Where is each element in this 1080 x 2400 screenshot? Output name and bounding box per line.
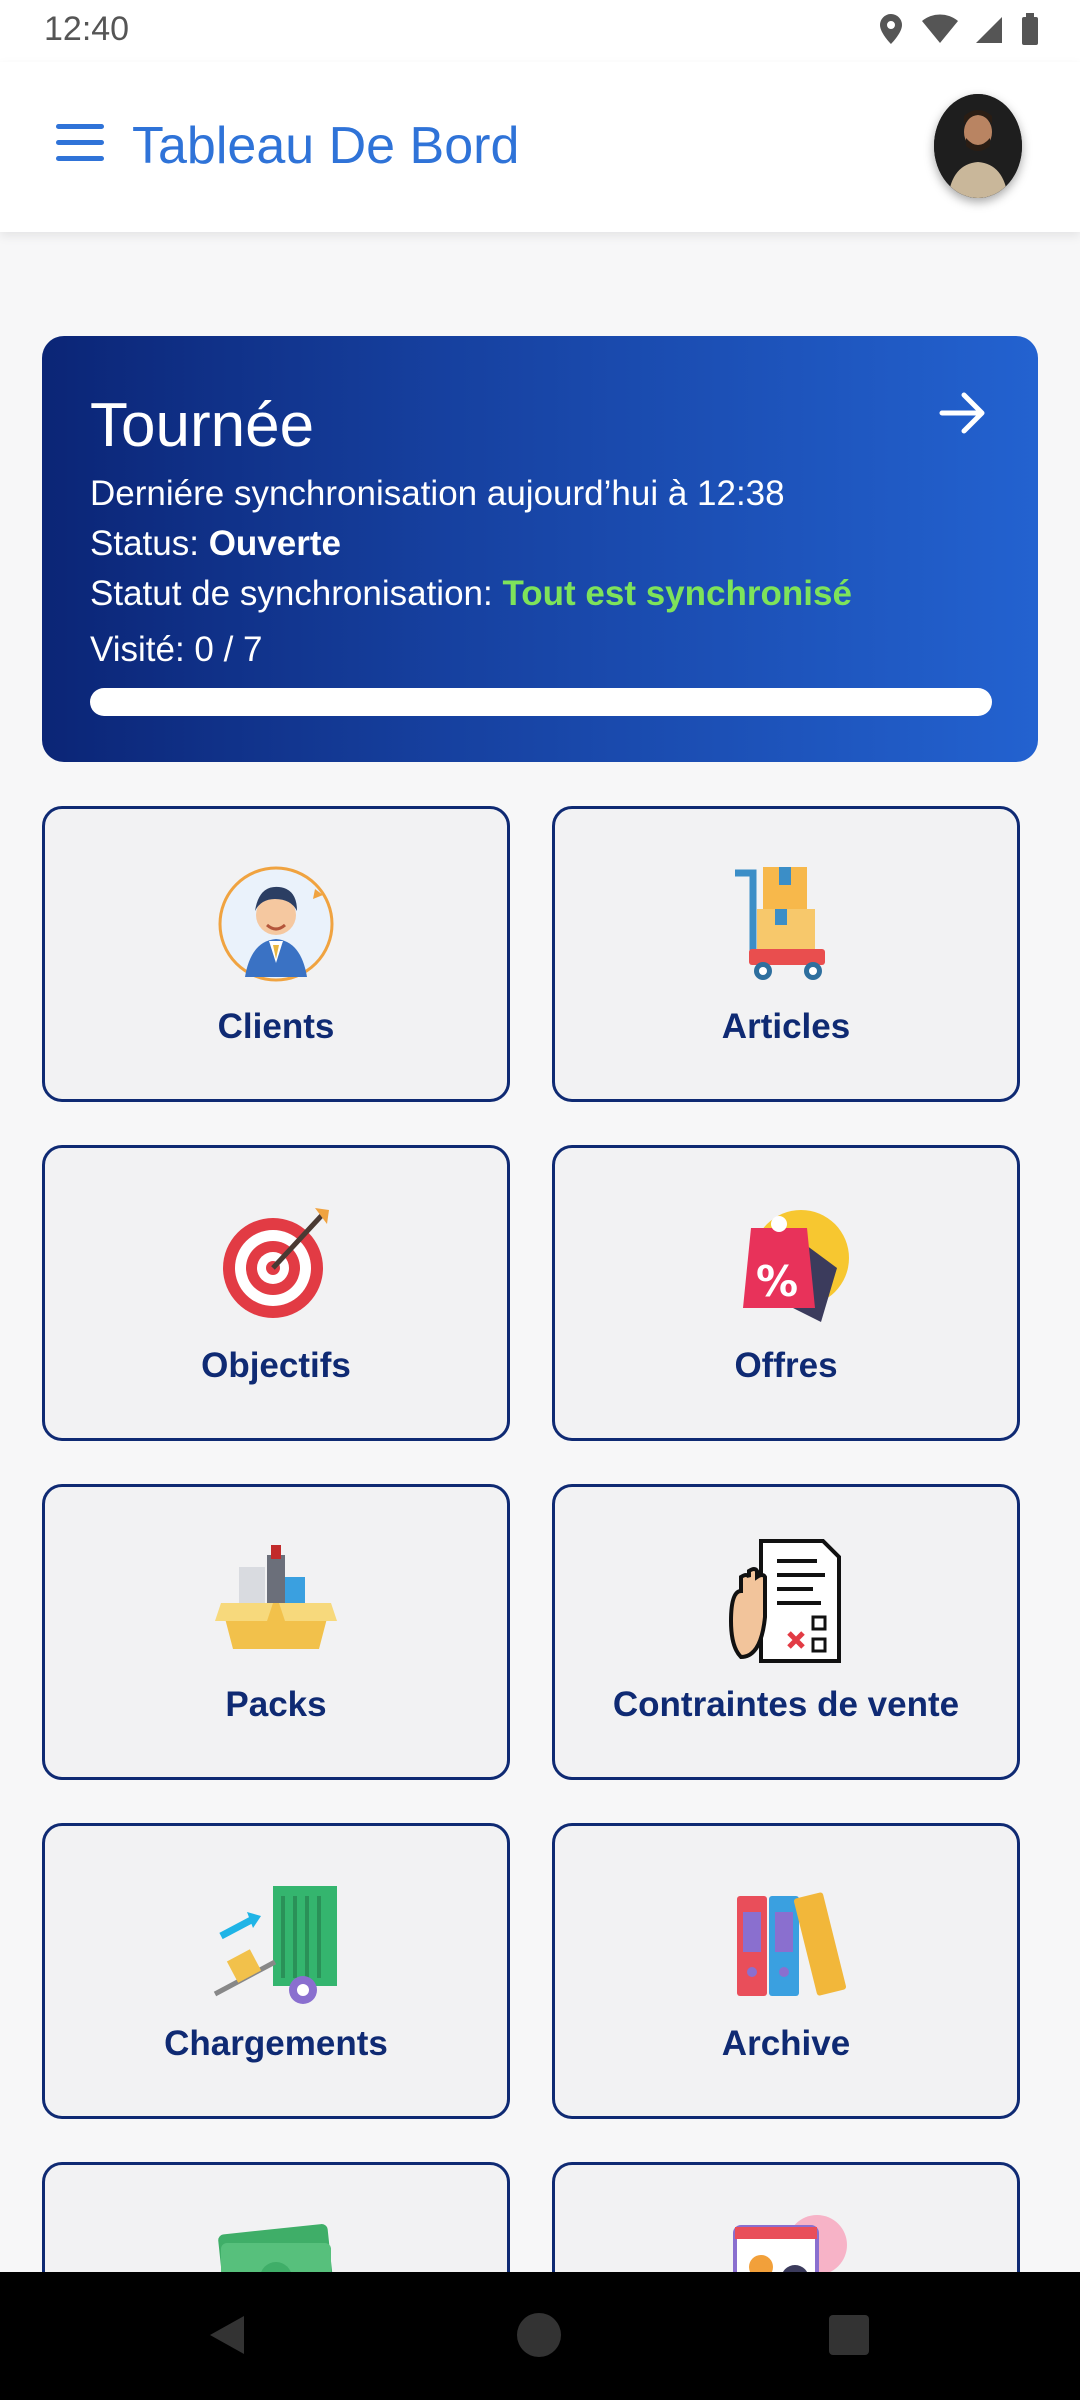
tile-packs[interactable]: Packs [42,1484,510,1780]
tile-label-contraintes: Contraintes de vente [612,1685,960,1724]
tile-archive[interactable]: Archive [552,1823,1020,2119]
arrow-right-icon[interactable] [936,386,990,440]
sync-status-value: Tout est synchronisé [502,574,852,613]
page-title: Tableau De Bord [132,117,520,175]
tile-label-offres: Offres [734,1346,838,1385]
tile-label-chargements: Chargements [164,2024,388,2063]
tile-label-articles: Articles [721,1007,851,1046]
box-bottles-icon [215,1545,337,1649]
status-value: Ouverte [208,524,341,563]
avatar[interactable] [934,94,1022,198]
tile-label-clients: Clients [217,1007,335,1046]
status-icons [876,12,1040,46]
tile-clients[interactable]: Clients [42,806,510,1102]
tile-offres[interactable]: % Offres [552,1145,1020,1441]
menu-icon[interactable] [56,124,104,166]
battery-icon [1022,13,1038,45]
loading-truck-icon [213,1886,337,2004]
tile-contraintes[interactable]: Contraintes de vente [552,1484,1020,1780]
tile-objectifs[interactable]: Objectifs [42,1145,510,1441]
binders-icon [737,1892,847,1996]
back-icon[interactable] [206,2312,248,2358]
visited-progress-bar [90,688,992,716]
visited-label: Visité: [90,630,185,669]
sync-status-label: Statut de synchronisation: [90,574,493,613]
tile-label-packs: Packs [225,1685,327,1724]
tile-chargements[interactable]: Chargements [42,1823,510,2119]
status-time: 12:40 [44,10,130,48]
last-sync-text: Derniére synchronisation aujourd’hui à 1… [90,474,785,513]
discount-tag-icon: % [743,1210,849,1322]
tour-title: Tournée [90,391,315,460]
status-label: Status: [90,524,199,563]
status-line: Status: Ouverte [90,524,341,564]
tile-articles[interactable]: Articles [552,806,1020,1102]
visited-line: Visité: 0 / 7 [90,630,263,670]
location-icon [880,14,902,44]
tour-card[interactable]: Tournée Derniére synchronisation aujourd… [42,336,1038,762]
sync-status-line: Statut de synchronisation: Tout est sync… [90,574,852,614]
svg-text:%: % [756,1257,798,1306]
target-icon [223,1208,329,1318]
app-bar: Tableau De Bord [0,62,1080,232]
tile-label-objectifs: Objectifs [201,1346,351,1385]
signal-icon [976,17,1002,43]
wifi-icon [922,14,958,44]
status-bar: 12:40 [0,0,1080,62]
recents-icon[interactable] [828,2312,870,2358]
system-nav-bar [0,2272,1080,2400]
cart-boxes-icon [735,867,825,980]
tile-label-archive: Archive [721,2024,851,2063]
client-icon [218,866,334,982]
home-icon[interactable] [516,2312,562,2358]
visited-value: 0 / 7 [194,630,263,669]
checklist-stop-icon [728,1539,841,1663]
